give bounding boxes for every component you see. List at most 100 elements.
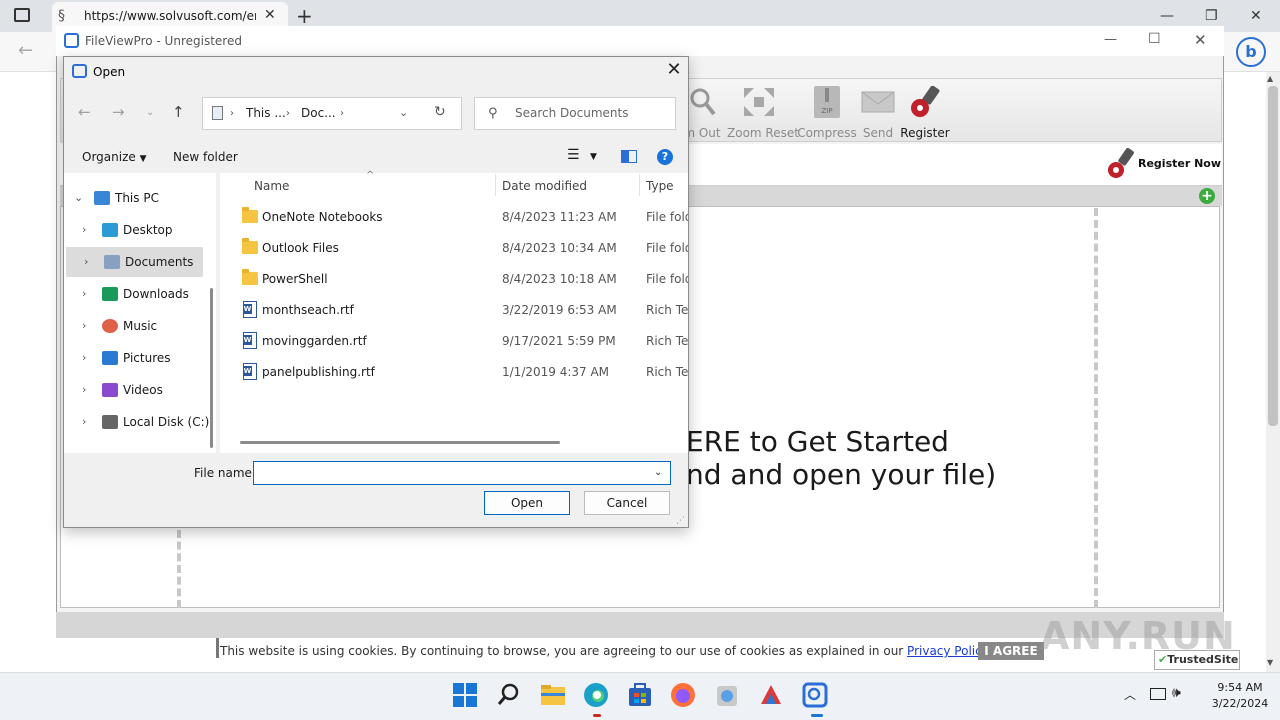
store-icon[interactable] [627,682,655,710]
nav-item-documents[interactable]: › Documents [66,247,203,277]
new-tab-icon[interactable]: + [296,4,313,28]
view-options-icon[interactable]: ☰ [567,147,580,163]
file-row[interactable]: monthseach.rtf 3/22/2019 6:53 AM Rich Text [222,295,688,325]
file-row[interactable]: movinggarden.rtf 9/17/2021 5:59 PM Rich Te… [222,326,688,356]
folder-icon [242,269,258,285]
firefox-icon[interactable] [670,682,698,710]
expand-icon[interactable]: › [84,255,88,268]
help-icon[interactable]: ? [657,149,673,165]
file-explorer-icon[interactable] [540,682,568,710]
back-icon[interactable]: ← [18,40,33,61]
dialog-forward-icon[interactable]: → [112,103,125,121]
show-hidden-icons-icon[interactable]: ︿ [1124,686,1136,703]
nav-item-music[interactable]: › Music [64,311,204,341]
column-header-name[interactable]: Name [254,179,289,193]
close-tab-icon[interactable]: ✕ [264,7,276,23]
file-date-modified: 8/4/2023 10:18 AM [502,272,617,286]
recent-locations-icon[interactable]: ⌄ [146,107,154,118]
view-dropdown-icon[interactable]: ▼ [590,152,597,162]
new-folder-button[interactable]: New folder [173,150,238,164]
up-folder-icon[interactable]: ↑ [172,103,185,121]
volume-icon[interactable]: 🕪 [1172,685,1181,701]
network-icon[interactable] [1150,688,1166,700]
dialog-back-icon[interactable]: ← [78,103,91,121]
app-close-icon[interactable]: ✕ [1194,31,1207,49]
expand-icon[interactable]: › [82,415,86,428]
file-name: monthseach.rtf [262,303,354,317]
nav-item-label: This PC [115,191,159,205]
cancel-button[interactable]: Cancel [584,491,670,515]
scroll-up-icon[interactable]: ▲ [1267,74,1273,83]
nav-item-desktop[interactable]: › Desktop [64,215,204,245]
organize-menu[interactable]: Organize ▼ [82,150,147,164]
system-clock[interactable]: 9:54 AM 3/22/2024 [1205,680,1275,712]
address-dropdown-icon[interactable]: ⌄ [399,106,408,119]
search-placeholder: Search Documents [515,106,629,120]
add-tab-icon[interactable]: + [1199,188,1215,204]
app-installer-icon[interactable] [714,682,742,710]
expand-icon[interactable]: › [82,287,86,300]
preview-pane-icon[interactable] [621,150,637,163]
expand-icon[interactable]: › [82,351,86,364]
resize-grip-icon[interactable]: ⋰ [676,516,685,526]
breadcrumb-documents[interactable]: Doc... [301,106,336,120]
nav-item-local-disk-c[interactable]: › Local Disk (C:) [64,407,209,437]
file-row[interactable]: Outlook Files 8/4/2023 10:34 AM File folde… [222,233,688,263]
nav-item-label: Local Disk (C:) [123,415,210,429]
file-list-scrollbar[interactable] [240,441,560,444]
drop-zone-line-1: ERE to Get Started [686,425,949,458]
tab-actions-icon[interactable] [14,8,30,22]
nav-item-label: Documents [125,255,194,269]
file-name-dropdown-icon[interactable]: ⌄ [654,467,662,478]
column-divider[interactable] [639,174,640,196]
open-button[interactable]: Open [484,491,570,515]
scroll-down-icon[interactable]: ▼ [1267,658,1273,667]
file-row[interactable]: PowerShell 8/4/2023 10:18 AM File folder [222,264,688,294]
app-maximize-icon[interactable]: ☐ [1148,31,1161,47]
organize-dropdown-icon: ▼ [139,154,147,164]
expand-icon[interactable]: › [82,223,86,236]
nav-item-label: Downloads [123,287,189,301]
pc-icon [94,191,110,205]
file-name-label: File name: [194,466,256,480]
maximize-icon[interactable]: ❐ [1205,8,1218,24]
agree-button[interactable]: I AGREE [978,642,1044,660]
nav-item-pictures[interactable]: › Pictures [64,343,204,373]
refresh-icon[interactable]: ↻ [434,104,446,120]
file-row[interactable]: panelpublishing.rtf 1/1/2019 4:37 AM Rich … [222,357,688,387]
app-minimize-icon[interactable]: — [1104,32,1117,47]
column-header-type[interactable]: Type [646,179,674,193]
collapse-icon[interactable]: ⌄ [74,191,83,204]
page-scroll-thumb[interactable] [1268,86,1278,426]
nav-item-this-pc[interactable]: ⌄ This PC [64,183,204,213]
disk-icon [102,415,118,429]
dialog-close-icon[interactable]: ✕ [664,60,684,80]
start-icon[interactable] [452,682,480,710]
nav-item-videos[interactable]: › Videos [64,375,204,405]
privacy-policy-link[interactable]: Privacy Policy [907,644,989,658]
bing-icon[interactable]: b [1236,37,1266,67]
zoom-reset-button[interactable]: Zoom Reset [727,84,799,140]
minimize-icon[interactable]: — [1160,8,1174,24]
file-name-input[interactable] [253,461,671,485]
nav-pane-scrollbar[interactable] [210,288,213,448]
nav-item-downloads[interactable]: › Downloads [64,279,204,309]
close-icon[interactable]: ✕ [1250,8,1262,24]
file-date-modified: 8/4/2023 11:23 AM [502,210,617,224]
expand-icon[interactable]: › [82,383,86,396]
register-now-link[interactable]: Register Now [1138,157,1221,170]
edge-icon[interactable] [583,682,611,710]
register-button[interactable]: Register [893,84,957,140]
utility-icon[interactable] [758,682,786,710]
column-divider[interactable] [495,174,496,196]
breadcrumb-this-pc[interactable]: This ... [246,106,286,120]
taskbar-search-icon[interactable] [496,682,524,710]
fileviewpro-taskbar-icon[interactable] [802,682,830,710]
file-row[interactable]: OneNote Notebooks 8/4/2023 11:23 AM File f… [222,202,688,232]
register-key-icon[interactable] [1106,147,1136,183]
app-title: FileViewPro - Unregistered [85,34,242,48]
drop-zone-message[interactable]: ERE to Get Started nd and open your file… [686,425,996,491]
column-header-date[interactable]: Date modified [502,179,587,193]
register-label: Register [900,126,950,140]
expand-icon[interactable]: › [82,319,86,332]
